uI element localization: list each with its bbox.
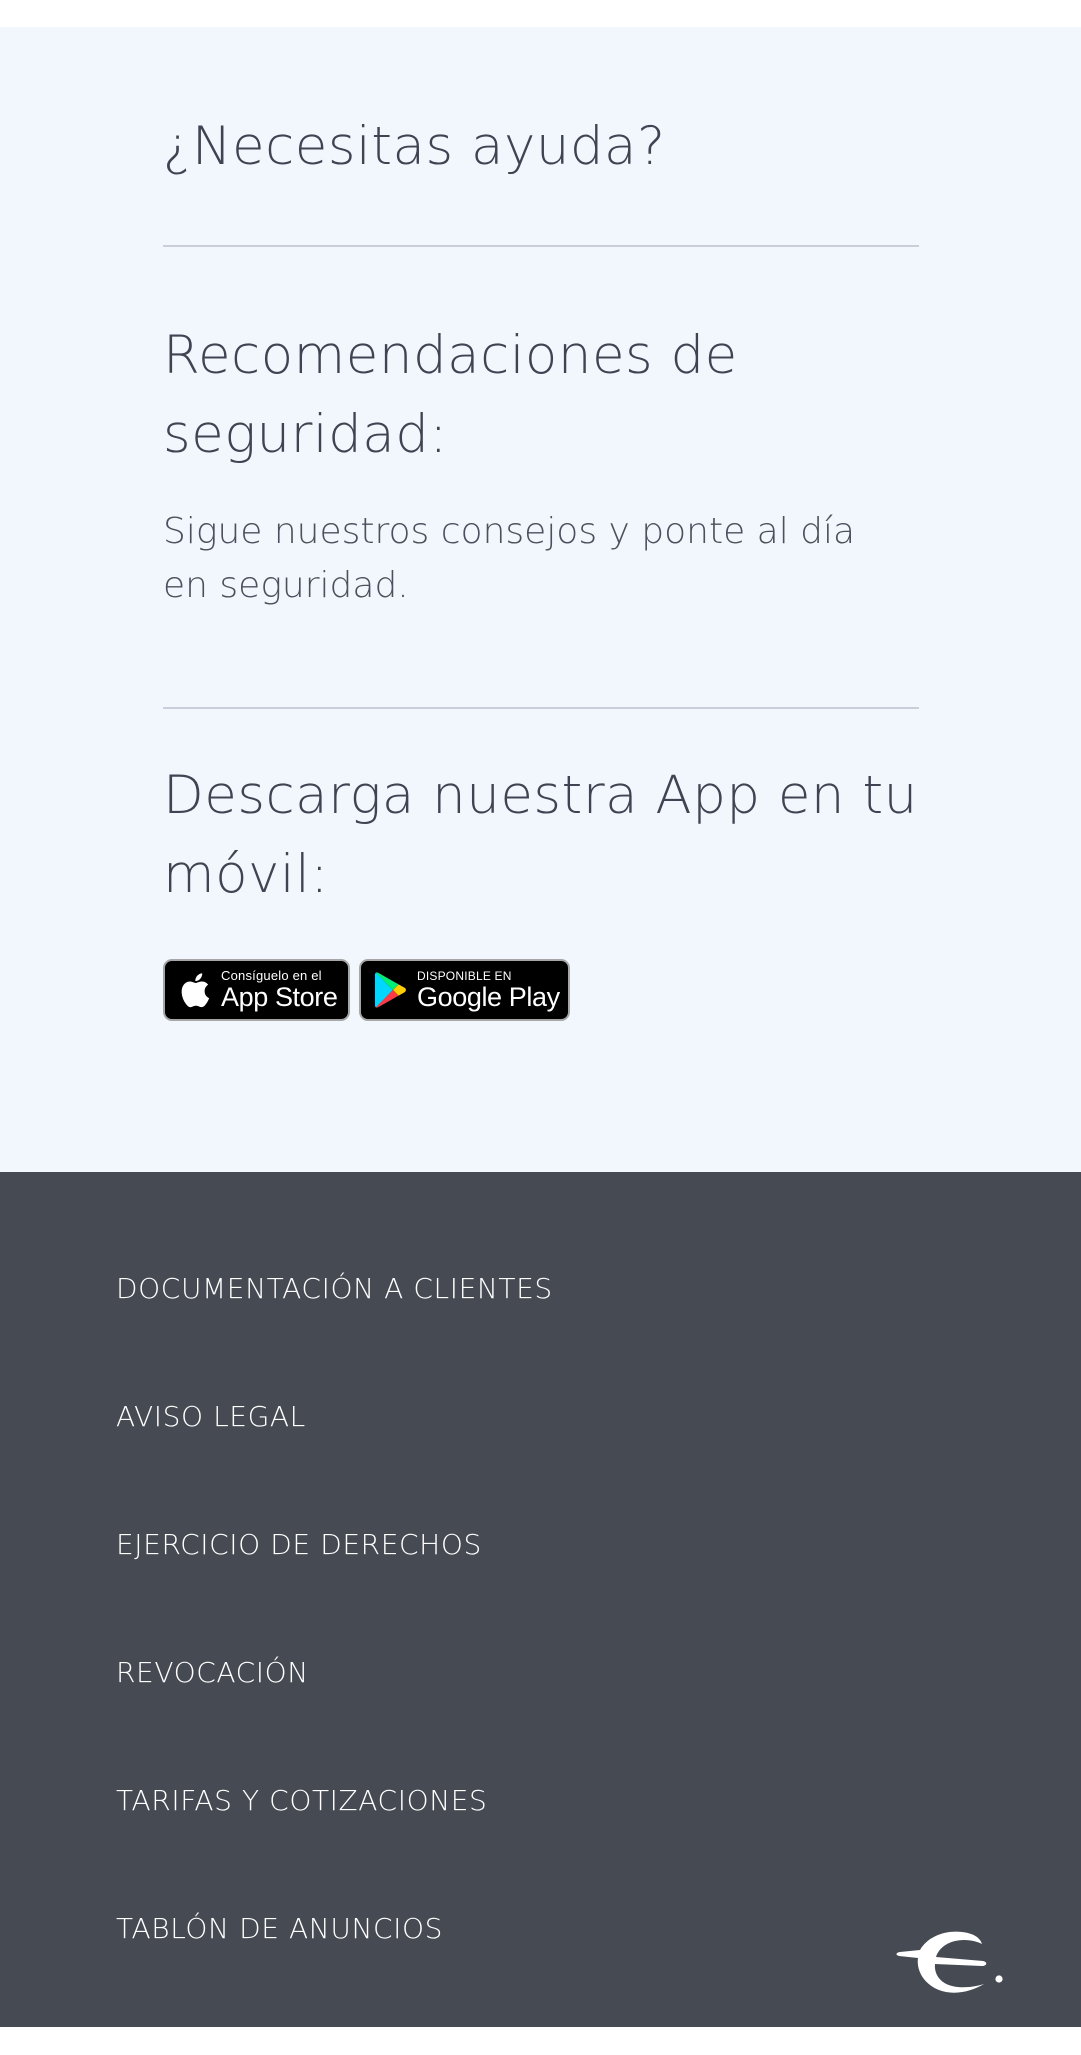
footer-link-tablon[interactable]: TABLÓN DE ANUNCIOS — [116, 1912, 443, 1945]
security-title-line1: Recomendaciones de — [163, 325, 738, 386]
store-badges: Consíguelo en el App Store DISPONIBLE EN… — [163, 959, 570, 1021]
top-strip — [0, 0, 1081, 27]
google-play-small-label: DISPONIBLE EN — [417, 968, 512, 983]
app-title-line2: móvil: — [163, 844, 329, 905]
app-store-small-label: Consíguelo en el — [221, 968, 322, 983]
security-text[interactable]: Sigue nuestros consejos y ponte al día e… — [163, 505, 903, 613]
footer-link-documentacion[interactable]: DOCUMENTACIÓN A CLIENTES — [116, 1272, 553, 1305]
google-play-icon — [373, 970, 409, 1010]
footer: DOCUMENTACIÓN A CLIENTES AVISO LEGAL EJE… — [0, 1172, 1081, 2027]
help-section: ¿Necesitas ayuda? Recomendaciones de seg… — [0, 27, 1081, 1172]
apple-icon — [177, 970, 213, 1010]
app-download-title: Descarga nuestra App en tu móvil: — [163, 756, 919, 914]
footer-link-tarifas[interactable]: TARIFAS Y COTIZACIONES — [116, 1784, 487, 1817]
footer-link-aviso-legal[interactable]: AVISO LEGAL — [116, 1400, 306, 1433]
app-store-big-label: App Store — [221, 982, 338, 1012]
footer-link-revocacion[interactable]: REVOCACIÓN — [116, 1656, 309, 1689]
app-title-line1: Descarga nuestra App en tu — [163, 765, 918, 826]
divider — [163, 707, 919, 709]
google-play-button[interactable]: DISPONIBLE EN Google Play — [359, 959, 570, 1021]
app-store-text: Consíguelo en el App Store — [221, 968, 338, 1012]
security-title: Recomendaciones de seguridad: — [163, 316, 919, 474]
google-play-text: DISPONIBLE EN Google Play — [417, 970, 560, 1011]
app-store-button[interactable]: Consíguelo en el App Store — [163, 959, 350, 1021]
security-text-line1: Sigue nuestros consejos y ponte al día — [163, 511, 856, 552]
security-title-line2: seguridad: — [163, 404, 448, 465]
footer-link-ejercicio-derechos[interactable]: EJERCICIO DE DERECHOS — [116, 1528, 482, 1561]
brand-logo-icon — [894, 1928, 1004, 2000]
google-play-big-label: Google Play — [417, 981, 560, 1012]
bottom-strip — [0, 2027, 1081, 2055]
security-text-line2: en seguridad. — [163, 565, 409, 606]
help-title: ¿Necesitas ayuda? — [163, 116, 666, 177]
divider — [163, 245, 919, 247]
